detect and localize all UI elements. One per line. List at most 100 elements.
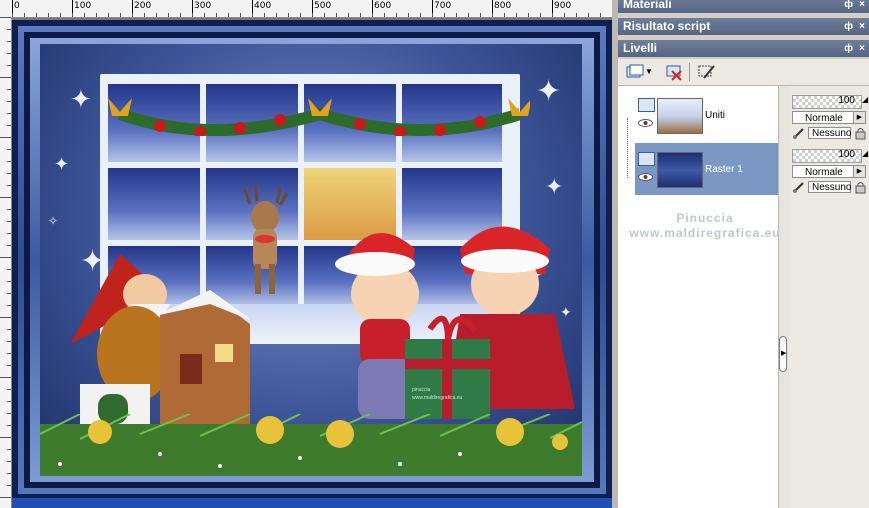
ruler-minor-tick <box>72 13 73 17</box>
opacity-slider[interactable]: 100 <box>792 149 862 163</box>
watermark: Pinuccia www.maldiregrafica.eu <box>612 211 798 240</box>
layer-row-raster-1[interactable]: Raster 1 <box>635 143 778 195</box>
layers-panel-header[interactable]: Livelli ф × <box>618 40 869 57</box>
ruler-tick <box>7 41 11 42</box>
chevron-right-icon[interactable]: ▶ <box>853 166 865 177</box>
ruler-minor-tick <box>528 13 529 17</box>
ruler-tick <box>7 209 11 210</box>
watermark-url: www.maldiregrafica.eu <box>629 226 781 240</box>
opacity-slider[interactable]: 100 <box>792 95 862 109</box>
ruler-label: 0 <box>14 1 20 11</box>
script-output-panel-header[interactable]: Risultato script ф × <box>618 18 869 35</box>
ruler-tick <box>7 233 11 234</box>
new-layer-icon[interactable] <box>625 63 645 81</box>
ruler-minor-tick <box>60 13 61 17</box>
mask-value: Nessuno <box>812 128 852 139</box>
brush-icon[interactable] <box>792 180 806 194</box>
ruler-minor-tick <box>336 13 337 17</box>
blend-mode-select[interactable]: Normale ▶ <box>792 111 866 124</box>
image-signature-name: pinuccia <box>412 387 431 393</box>
ruler-minor-tick <box>84 13 85 17</box>
ruler-tick <box>0 77 11 78</box>
lock-icon[interactable] <box>853 180 867 194</box>
ruler-tick <box>0 17 11 18</box>
pin-icon[interactable]: ф <box>844 18 853 35</box>
layer-properties-uniti: 100 ◢ Normale ▶ Nessuno <box>790 89 869 141</box>
chevron-right-icon[interactable]: ▶ <box>781 349 786 357</box>
resize-handle-icon[interactable]: ◢ <box>862 149 868 158</box>
ruler-label: 400 <box>254 1 272 11</box>
ruler-tick <box>7 29 11 30</box>
blend-mode-value: Normale <box>805 113 843 124</box>
ruler-minor-tick <box>444 13 445 17</box>
gnome-and-gingerbread-house <box>70 254 250 424</box>
raster-layer-icon <box>638 98 655 112</box>
resize-handle-icon[interactable]: ◢ <box>862 95 868 104</box>
sparkle-icon: ✧ <box>48 214 59 228</box>
brush-icon[interactable] <box>792 126 806 140</box>
ruler-minor-tick <box>144 13 145 17</box>
lock-icon[interactable] <box>853 126 867 140</box>
raster-layer-icon <box>638 152 655 166</box>
ruler-minor-tick <box>276 13 277 17</box>
ruler-label: 500 <box>314 1 332 11</box>
pin-icon[interactable]: ф <box>844 40 853 57</box>
ruler-tick <box>7 245 11 246</box>
mask-select[interactable]: Nessuno <box>808 127 851 139</box>
delete-layer-icon[interactable] <box>664 63 684 81</box>
ruler-tick <box>7 389 11 390</box>
dropdown-arrow-icon[interactable]: ▼ <box>645 67 653 76</box>
eye-icon[interactable] <box>638 173 653 181</box>
ruler-tick <box>7 401 11 402</box>
ruler-minor-tick <box>168 13 169 17</box>
layer-thumbnail <box>657 98 703 134</box>
pine-branches-foreground <box>40 414 582 476</box>
layer-thumbnail <box>657 152 703 188</box>
materials-panel-header[interactable]: Materiali ф × <box>618 0 869 13</box>
ruler-tick <box>7 221 11 222</box>
ruler-minor-tick <box>36 13 37 17</box>
ruler-tick <box>0 197 11 198</box>
ruler-minor-tick <box>372 13 373 17</box>
ruler-tick <box>0 257 11 258</box>
ruler-tick <box>7 53 11 54</box>
mask-row: Nessuno <box>792 126 869 140</box>
ruler-tick <box>0 437 11 438</box>
ruler-minor-tick <box>288 13 289 17</box>
close-icon[interactable]: × <box>859 40 865 57</box>
ruler-minor-tick <box>456 13 457 17</box>
ruler-label: 700 <box>434 1 452 11</box>
mask-select[interactable]: Nessuno <box>808 181 851 193</box>
properties-icon[interactable] <box>696 63 716 81</box>
ruler-minor-tick <box>492 13 493 17</box>
christmas-image-canvas[interactable]: ✦ ✦ ✦ ✦ ✦ ✦ ✦ ✧ <box>40 44 582 476</box>
close-icon[interactable]: × <box>859 0 865 13</box>
ruler-minor-tick <box>264 13 265 17</box>
layers-splitter[interactable] <box>778 86 789 508</box>
layer-row-uniti[interactable]: Uniti <box>635 89 778 141</box>
chevron-right-icon[interactable]: ▶ <box>853 112 865 123</box>
layer-properties-raster-1: 100 ◢ Normale ▶ Nessuno <box>790 143 869 195</box>
opacity-value: 100 <box>838 149 855 160</box>
ruler-minor-tick <box>120 13 121 17</box>
ruler-minor-tick <box>240 13 241 17</box>
ruler-minor-tick <box>156 13 157 17</box>
watermark-name: Pinuccia <box>676 211 734 225</box>
ruler-tick <box>7 473 11 474</box>
ruler-minor-tick <box>360 13 361 17</box>
layer-name: Uniti <box>705 110 726 121</box>
blend-mode-select[interactable]: Normale ▶ <box>792 165 866 178</box>
ruler-minor-tick <box>300 13 301 17</box>
canvas-bottom-strip <box>12 498 612 508</box>
ruler-tick <box>7 89 11 90</box>
close-icon[interactable]: × <box>859 18 865 35</box>
ruler-tick <box>0 377 11 378</box>
sparkle-icon: ✦ <box>536 75 562 108</box>
ruler-minor-tick <box>324 13 325 17</box>
ruler-minor-tick <box>228 13 229 17</box>
layers-panel-title: Livelli <box>623 41 658 55</box>
ruler-minor-tick <box>408 13 409 17</box>
eye-icon[interactable] <box>638 119 653 127</box>
blend-mode-value: Normale <box>805 167 843 178</box>
pin-icon[interactable]: ф <box>844 0 853 13</box>
